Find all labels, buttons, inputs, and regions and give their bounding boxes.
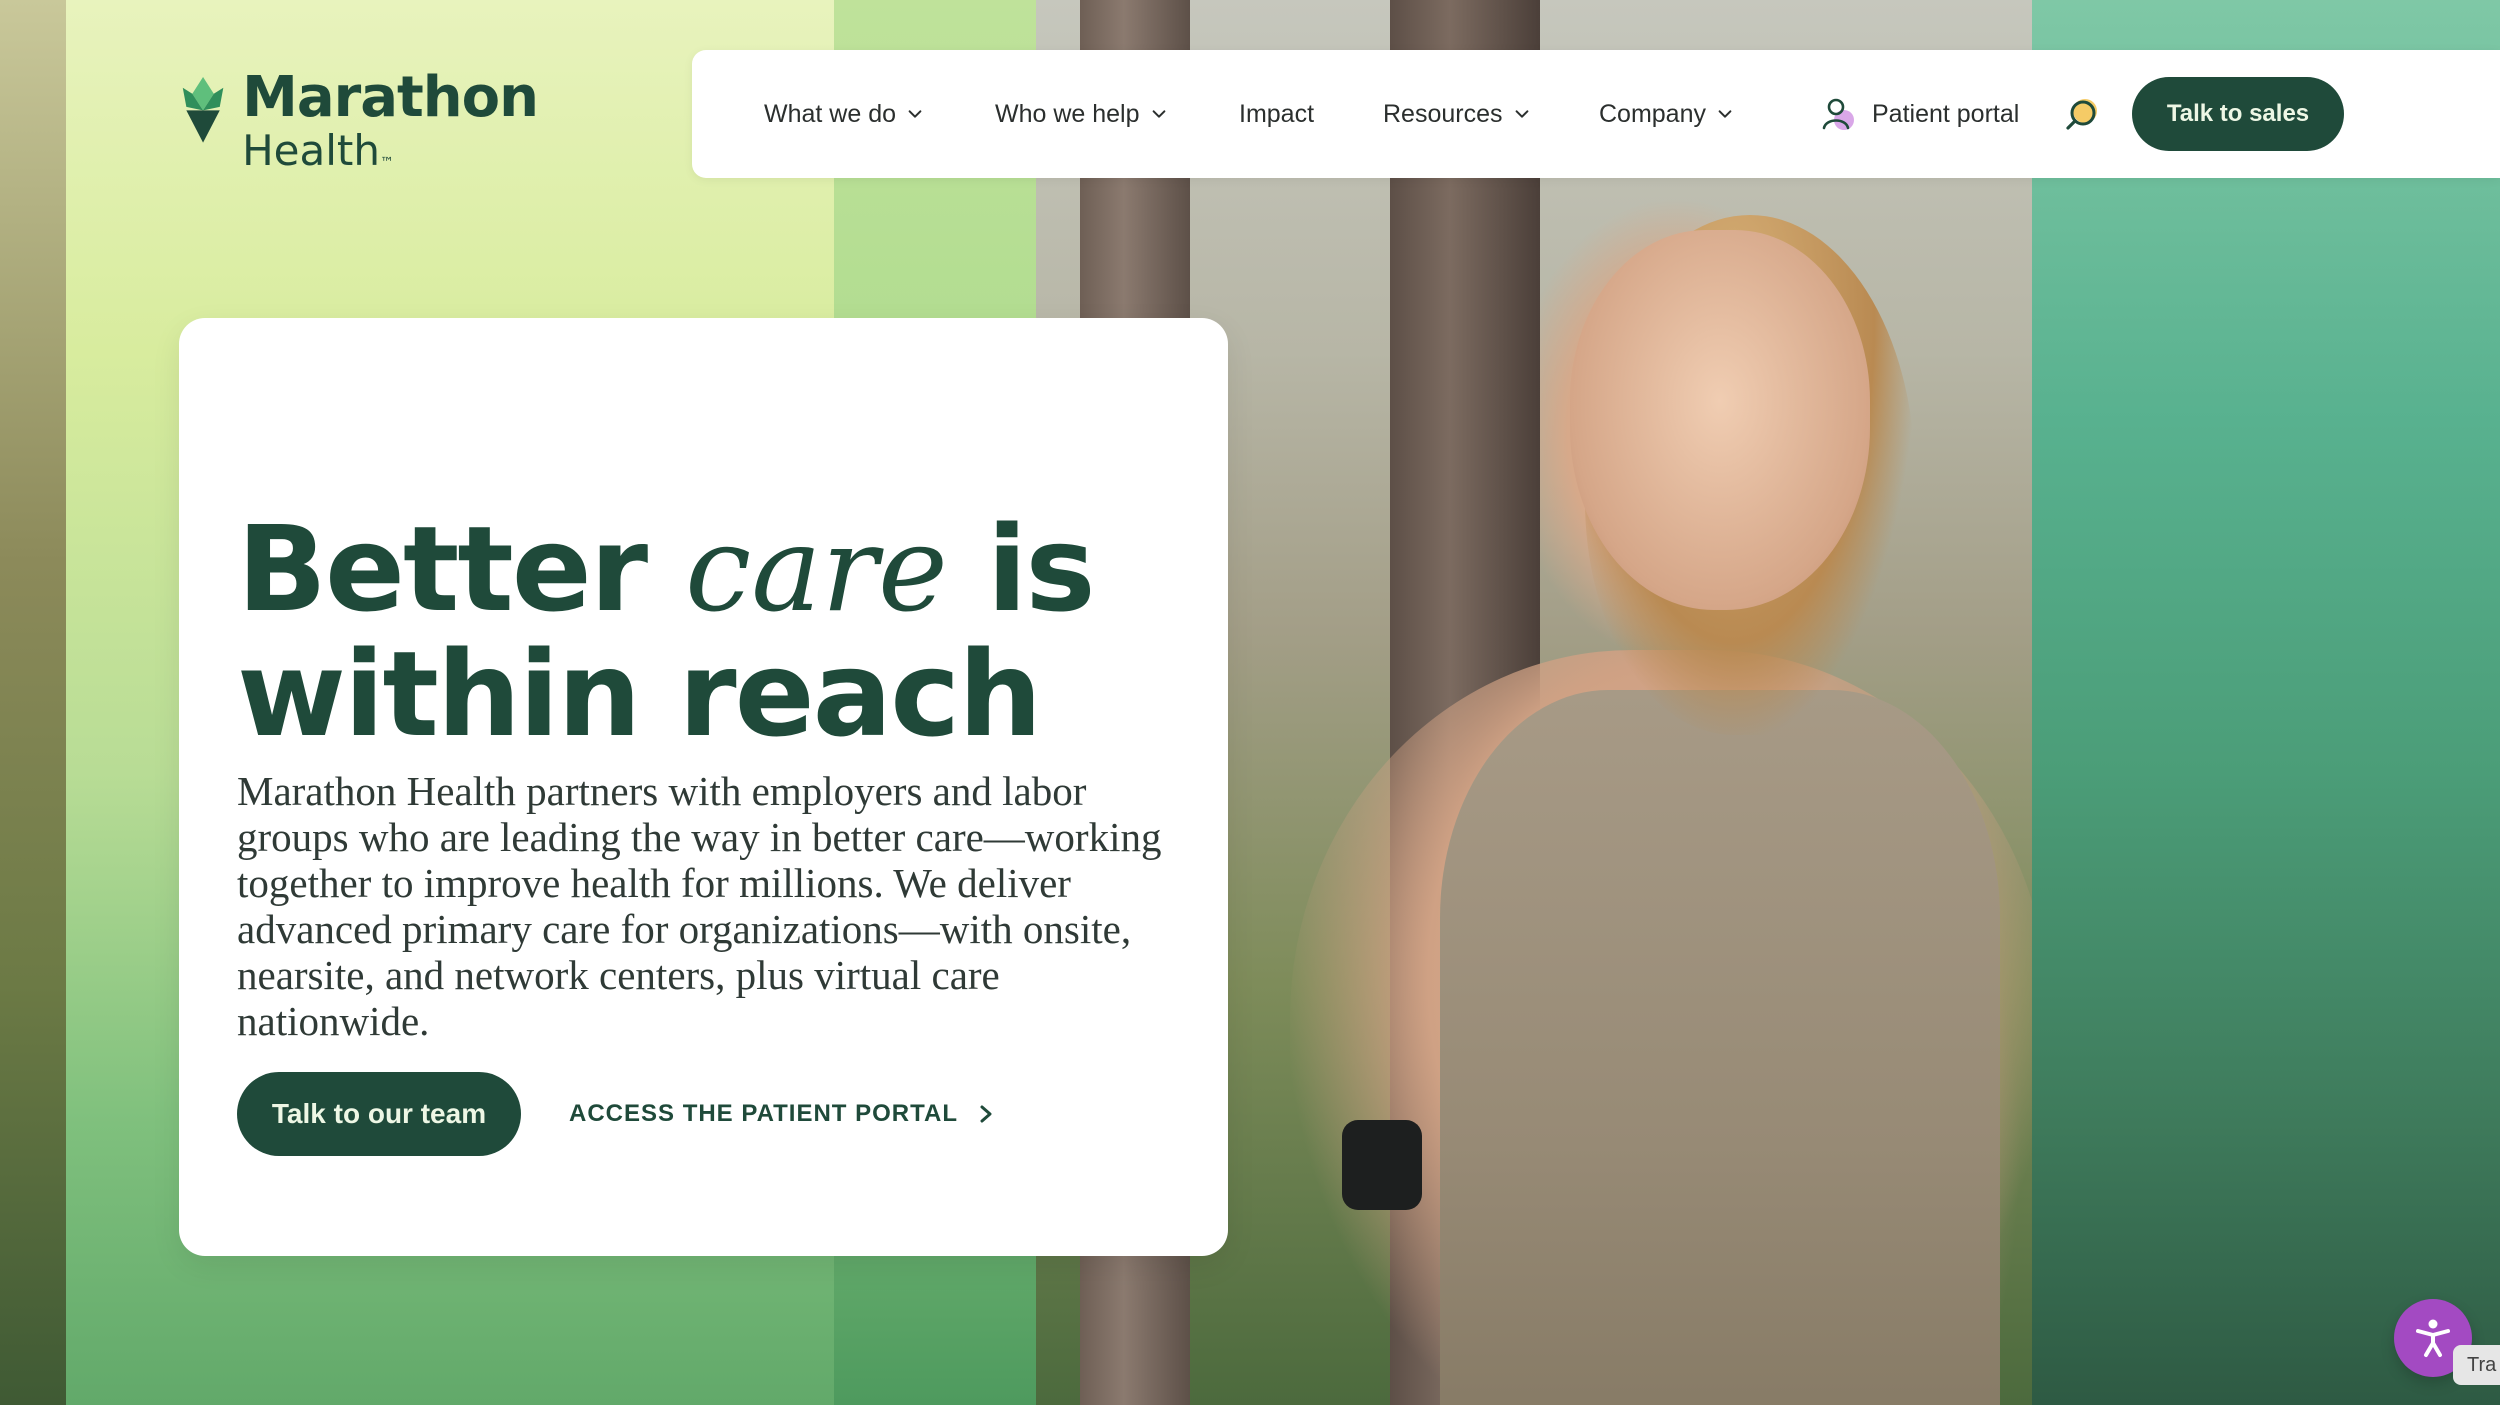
nav-item-who-we-help[interactable]: Who we help bbox=[995, 50, 1168, 178]
chevron-right-icon bbox=[980, 1105, 992, 1123]
brand-name-line2: Health™ bbox=[242, 130, 538, 172]
access-patient-portal-label: ACCESS THE PATIENT PORTAL bbox=[569, 1100, 959, 1127]
chevron-down-icon bbox=[1718, 110, 1732, 118]
patient-portal-link[interactable]: Patient portal bbox=[1818, 50, 2019, 178]
brand-wordmark: Marathon Health™ bbox=[242, 65, 539, 172]
accessibility-icon bbox=[2416, 1319, 2450, 1357]
chevron-down-icon bbox=[1152, 110, 1165, 118]
nav-item-company[interactable]: Company bbox=[1599, 50, 1734, 178]
patient-portal-label: Patient portal bbox=[1872, 99, 2020, 128]
nav-item-label: Resources bbox=[1383, 99, 1503, 128]
hero-card: Better care is within reach Marathon Hea… bbox=[179, 318, 1228, 1256]
hero-headline-emphasis: care bbox=[685, 500, 948, 639]
nav-item-resources[interactable]: Resources bbox=[1383, 50, 1531, 178]
background-left-trees bbox=[0, 0, 70, 1405]
talk-to-sales-button[interactable]: Talk to sales bbox=[2132, 77, 2344, 151]
trademark-symbol: ™ bbox=[380, 155, 395, 171]
chevron-down-icon bbox=[908, 110, 922, 118]
access-patient-portal-link[interactable]: ACCESS THE PATIENT PORTAL bbox=[569, 1072, 996, 1156]
brand-logo[interactable]: Marathon Health™ bbox=[178, 52, 539, 172]
search-icon bbox=[2066, 99, 2097, 130]
nav-item-label: What we do bbox=[764, 99, 897, 128]
translate-tab-label: Tra bbox=[2467, 1353, 2497, 1376]
hero-headline-part3: is bbox=[986, 500, 1096, 639]
nav-item-label: Impact bbox=[1239, 99, 1315, 128]
hero-description: Marathon Health partners with employers … bbox=[237, 768, 1162, 1044]
hero-headline-part1: Better bbox=[237, 500, 648, 639]
search-button[interactable] bbox=[2062, 50, 2102, 178]
hero-headline-line2: within reach bbox=[237, 625, 1042, 764]
talk-to-our-team-button[interactable]: Talk to our team bbox=[237, 1072, 521, 1156]
person-tank-top bbox=[1440, 690, 2000, 1405]
nav-item-label: Company bbox=[1599, 99, 1706, 128]
brand-name-health: Health bbox=[242, 126, 381, 175]
chevron-down-icon bbox=[1515, 110, 1528, 118]
hero-headline: Better care is within reach bbox=[237, 507, 1177, 757]
smartwatch bbox=[1342, 1120, 1422, 1210]
person-face bbox=[1570, 230, 1870, 610]
background-right-green bbox=[2032, 0, 2500, 1405]
translate-tab[interactable]: Tra bbox=[2453, 1345, 2500, 1385]
nav-item-impact[interactable]: Impact bbox=[1239, 50, 1314, 178]
nav-item-what-we-do[interactable]: What we do bbox=[764, 50, 924, 178]
marathon-health-logo-icon bbox=[182, 77, 224, 143]
user-icon bbox=[1822, 98, 1854, 130]
nav-item-label: Who we help bbox=[995, 99, 1140, 128]
brand-name-line1: Marathon bbox=[242, 65, 539, 130]
